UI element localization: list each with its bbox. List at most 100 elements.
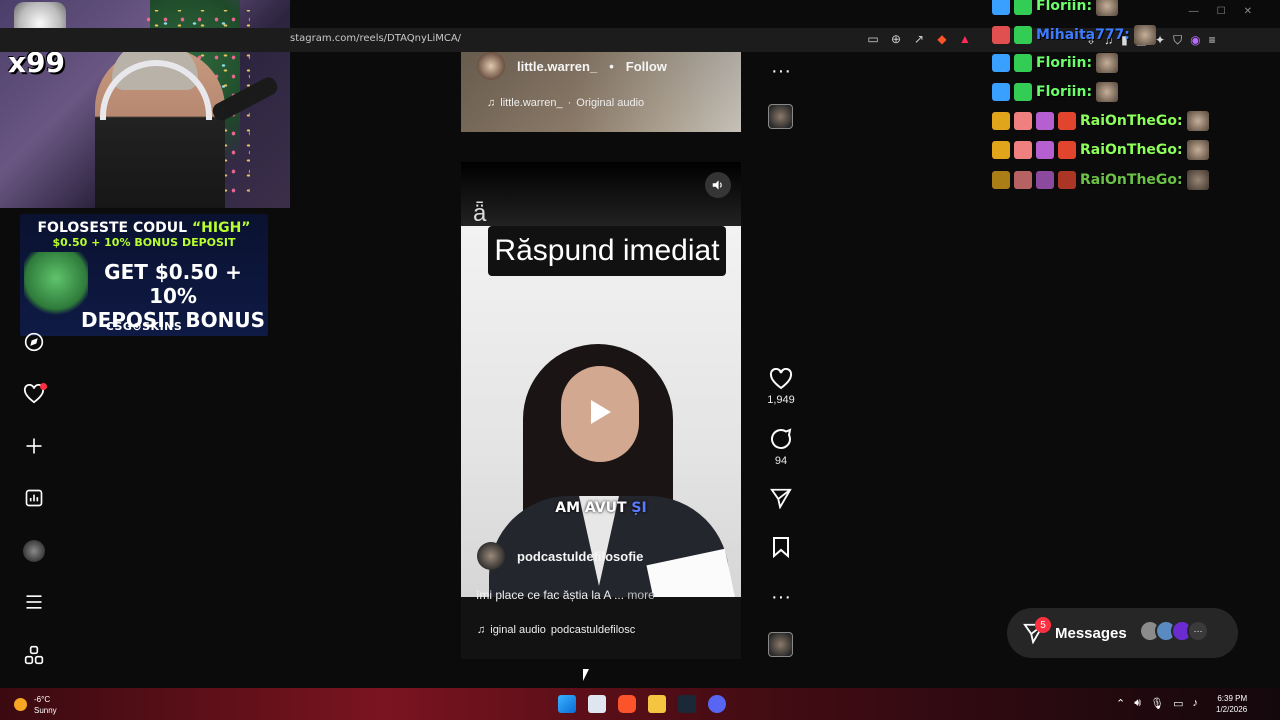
play-icon[interactable] bbox=[589, 398, 613, 426]
also-from-meta-icon[interactable] bbox=[22, 643, 46, 667]
chat-emote-icon bbox=[1186, 140, 1209, 160]
vpn-icon[interactable]: ⛉ bbox=[1173, 33, 1182, 48]
start-icon[interactable] bbox=[558, 695, 576, 713]
prev-audio-label: Original audio bbox=[576, 97, 645, 109]
dashboard-icon[interactable] bbox=[22, 486, 46, 510]
create-icon[interactable] bbox=[22, 434, 46, 458]
send-icon[interactable] bbox=[770, 487, 792, 509]
speaker-icon[interactable]: 🔊︎ bbox=[1134, 697, 1141, 710]
chat-badge-icon bbox=[1036, 171, 1054, 189]
audio-label: iginal audio bbox=[490, 624, 546, 636]
date: 1/2/2026 bbox=[1216, 705, 1248, 714]
chat-emote-icon bbox=[1096, 0, 1119, 16]
comment-count: 94 bbox=[774, 455, 788, 467]
prev-more-options-icon[interactable]: ··· bbox=[768, 60, 794, 82]
prev-audio-user: little.warren_ bbox=[500, 97, 563, 109]
prev-username[interactable]: little.warren_ bbox=[517, 59, 597, 74]
chat-badge-icon bbox=[1036, 112, 1054, 130]
discord-icon[interactable] bbox=[708, 695, 726, 713]
chat-username: Floriin: bbox=[1036, 0, 1093, 14]
chat-badge-icon bbox=[992, 0, 1010, 15]
chat-badge-icon bbox=[992, 112, 1010, 130]
chat-message: Floriin: bbox=[992, 53, 1119, 73]
zoom-icon[interactable]: ⊕ bbox=[889, 32, 903, 46]
comment-icon[interactable] bbox=[769, 427, 793, 451]
share-action[interactable] bbox=[768, 487, 794, 509]
audio-toggle-button[interactable] bbox=[705, 172, 731, 198]
reader-icon[interactable]: ▭ bbox=[866, 32, 880, 46]
system-tray: ⌃ 🔊︎ 🎙︎ ▭ ♪ bbox=[1116, 697, 1198, 710]
more-link[interactable]: more bbox=[627, 588, 654, 602]
chevron-up-icon[interactable]: ⌃ bbox=[1116, 697, 1125, 710]
prev-audio-pill[interactable]: ♫ little.warren_ · Original audio bbox=[487, 97, 644, 109]
current-reel[interactable]: ǟ Răspund imediat AM AVUT ȘI podcastulde… bbox=[461, 162, 741, 659]
ad-brand: CSG⊙SKINS bbox=[105, 320, 183, 333]
notification-dot bbox=[40, 383, 47, 390]
previous-reel[interactable]: little.warren_ • Follow ♫ little.warren_… bbox=[461, 52, 741, 132]
more-menu-icon[interactable] bbox=[22, 590, 46, 614]
share-icon[interactable]: ↗ bbox=[912, 32, 926, 46]
chat-emote-icon bbox=[1186, 170, 1209, 190]
task-view-icon[interactable] bbox=[588, 695, 606, 713]
mic-icon[interactable]: 🎙︎ bbox=[1150, 697, 1164, 710]
audio-pill[interactable]: ♫ iginal audio podcastuldefilosc bbox=[477, 624, 635, 636]
brave-shield-icon[interactable]: ◆ bbox=[935, 32, 949, 46]
comment-action[interactable]: 94 bbox=[768, 427, 794, 467]
taskbar-apps bbox=[558, 695, 726, 713]
chat-badge-icon bbox=[1014, 112, 1032, 130]
audio-user: podcastuldefilosc bbox=[550, 624, 636, 636]
prev-audio-thumbnail[interactable] bbox=[768, 104, 793, 129]
prev-author-avatar[interactable] bbox=[477, 52, 505, 80]
like-action[interactable]: 1,949 bbox=[767, 368, 795, 406]
ad-headline-a: GET $0.50 + 10% bbox=[104, 260, 242, 308]
chat-username: RaiOnTheGo: bbox=[1080, 113, 1183, 129]
chat-emote-icon bbox=[1133, 25, 1156, 45]
audio-thumbnail[interactable] bbox=[768, 632, 793, 657]
steam-icon[interactable] bbox=[678, 695, 696, 713]
address-bar[interactable]: stagram.com/reels/DTAQnyLiMCA/ bbox=[290, 33, 461, 44]
sponsor-ad: FOLOSESTE CODUL “HIGH” $0.50 + 10% BONUS… bbox=[20, 214, 268, 336]
brave-browser-icon[interactable] bbox=[618, 695, 636, 713]
save-action[interactable] bbox=[768, 536, 794, 558]
close-icon[interactable]: ✕ bbox=[1244, 6, 1252, 17]
chat-badge-icon bbox=[1014, 54, 1032, 72]
leo-icon[interactable]: ✦ bbox=[1155, 33, 1165, 48]
profile-avatar[interactable] bbox=[23, 540, 45, 562]
bookmark-icon[interactable] bbox=[772, 536, 790, 558]
chat-emote-icon bbox=[1096, 53, 1119, 73]
file-explorer-icon[interactable] bbox=[648, 695, 666, 713]
chat-badge-icon bbox=[992, 141, 1010, 159]
explore-icon[interactable] bbox=[22, 330, 46, 354]
brave-rewards-icon[interactable]: ▲ bbox=[958, 32, 972, 46]
reel-username[interactable]: podcastuldefilosofie bbox=[517, 549, 643, 564]
chat-message: RaiOnTheGo: bbox=[992, 140, 1209, 160]
chat-badge-icon bbox=[992, 26, 1010, 44]
volume-icon[interactable]: ♪ bbox=[1193, 697, 1199, 710]
maximize-icon[interactable]: ☐ bbox=[1217, 6, 1226, 17]
ad-line1: FOLOSESTE CODUL bbox=[37, 220, 192, 236]
weather-condition: Sunny bbox=[34, 706, 57, 715]
network-icon[interactable]: ▭ bbox=[1173, 697, 1183, 710]
brave-icon[interactable]: ◉ bbox=[1190, 33, 1200, 48]
window-controls: — ☐ ✕ bbox=[1189, 6, 1252, 17]
messages-badge: 5 bbox=[1035, 617, 1051, 633]
chat-username: Mihaita777: bbox=[1036, 27, 1130, 43]
more-options-icon[interactable]: ··· bbox=[768, 586, 794, 608]
temperature: -6°C bbox=[34, 695, 51, 704]
chat-emote-icon bbox=[1186, 111, 1209, 131]
weather-widget[interactable]: -6°C Sunny bbox=[34, 694, 57, 716]
chat-username: RaiOnTheGo: bbox=[1080, 172, 1183, 188]
clock[interactable]: 6:39 PM 1/2/2026 bbox=[1216, 693, 1247, 715]
subtitle-text: AM AVUT bbox=[555, 500, 632, 516]
chat-username: Floriin: bbox=[1036, 84, 1093, 100]
sun-icon[interactable] bbox=[14, 698, 27, 711]
reel-author-avatar[interactable] bbox=[477, 542, 505, 570]
chat-message: RaiOnTheGo: bbox=[992, 170, 1209, 190]
chat-badge-icon bbox=[1058, 171, 1076, 189]
heart-icon[interactable] bbox=[769, 368, 793, 390]
chat-emote-icon bbox=[1096, 82, 1119, 102]
follow-button[interactable]: Follow bbox=[626, 59, 667, 74]
subtitle-highlight: ȘI bbox=[631, 500, 647, 516]
menu-icon[interactable]: ≡ bbox=[1209, 33, 1216, 48]
minimize-icon[interactable]: — bbox=[1189, 6, 1199, 17]
